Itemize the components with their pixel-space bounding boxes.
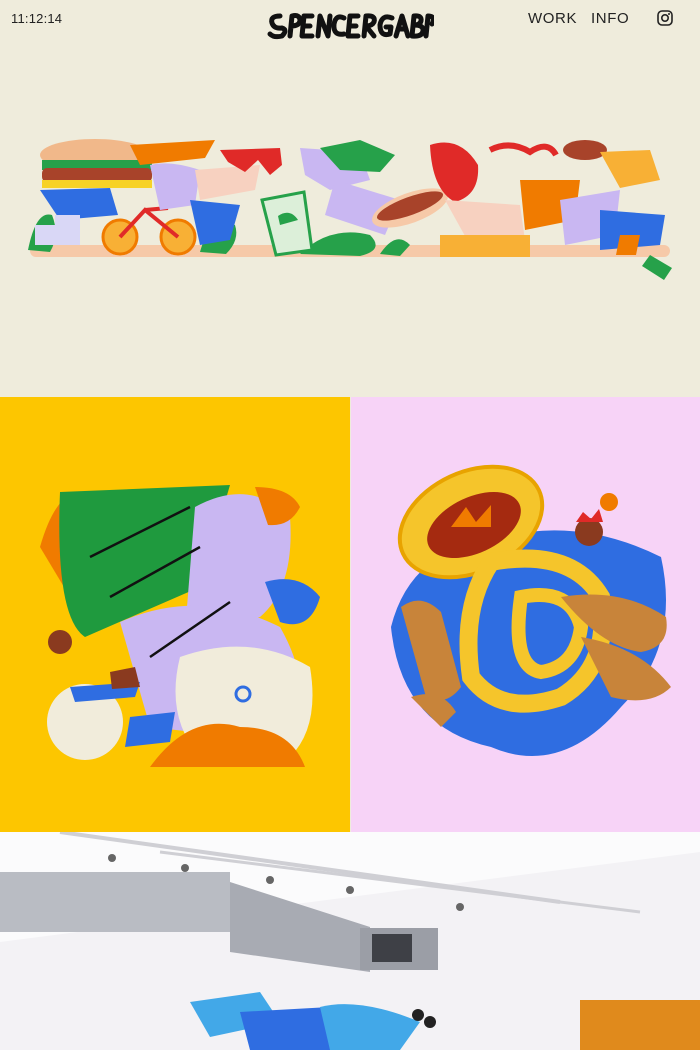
nav-info[interactable]: INFO bbox=[591, 10, 629, 27]
clock-time: 11:12:14 bbox=[11, 11, 63, 26]
cyclist-artwork[interactable] bbox=[0, 397, 350, 832]
instagram-icon[interactable] bbox=[657, 10, 673, 26]
nav-work[interactable]: WORK bbox=[528, 10, 577, 27]
site-header: 11:12:14 WORK INFO bbox=[0, 0, 700, 40]
site-logo[interactable] bbox=[266, 6, 434, 42]
tuba-artwork[interactable] bbox=[351, 397, 700, 832]
mural-photo[interactable] bbox=[0, 832, 700, 1050]
banner-illustration[interactable] bbox=[0, 40, 700, 397]
